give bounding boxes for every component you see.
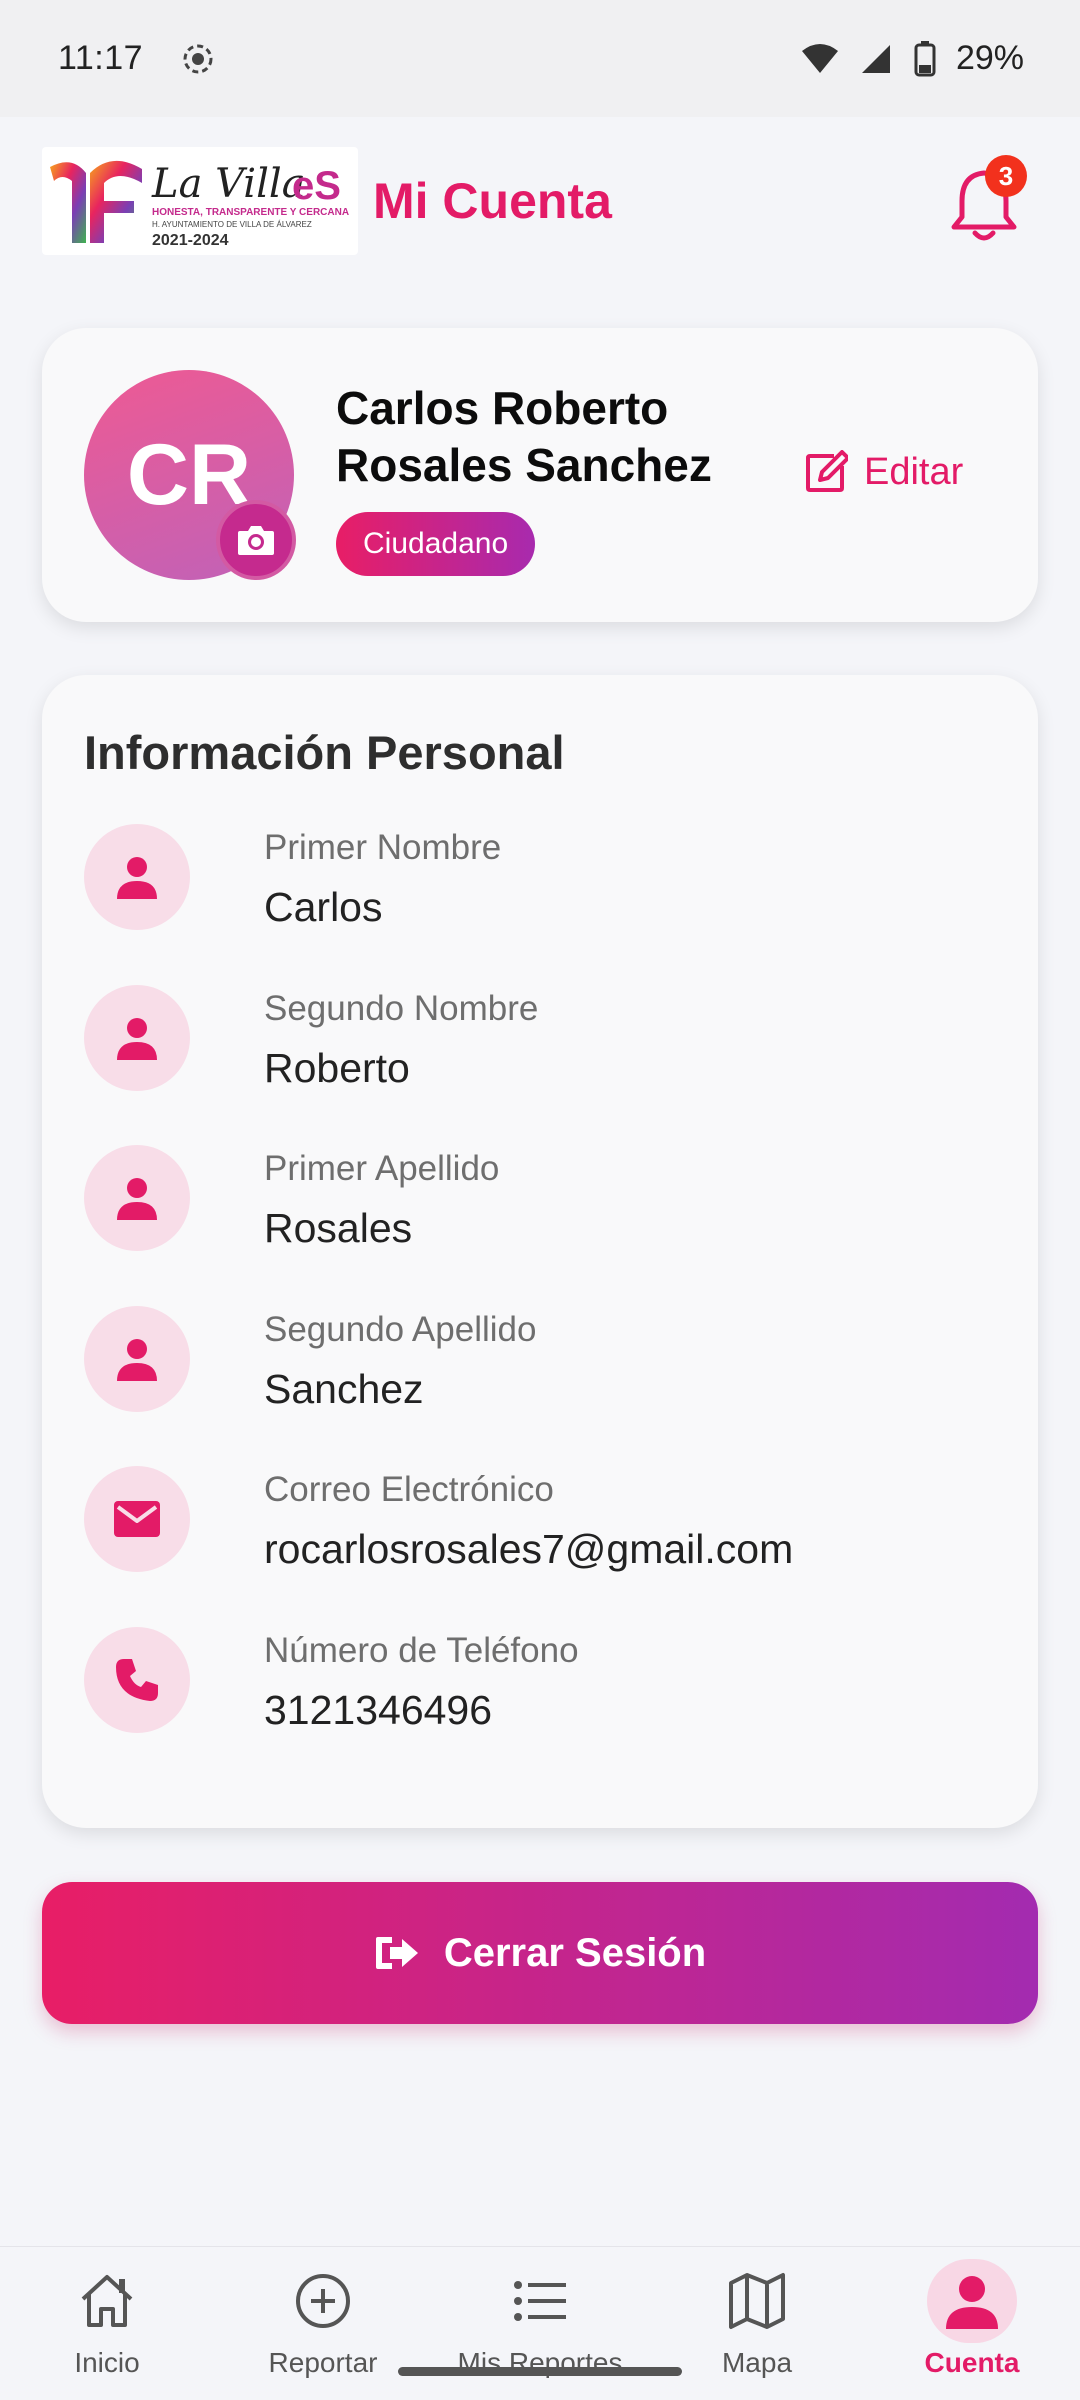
phone-icon (84, 1627, 190, 1733)
person-icon (84, 985, 190, 1091)
info-label: Número de Teléfono (264, 1631, 579, 1670)
signal-icon (860, 43, 894, 75)
info-label: Segundo Nombre (264, 989, 539, 1028)
info-value: Sanchez (264, 1366, 424, 1412)
battery-icon (914, 40, 936, 77)
status-time: 11:17 (58, 39, 144, 77)
home-icon (62, 2259, 152, 2343)
home-indicator (398, 2367, 682, 2376)
info-row-second-surname: Segundo Apellido Sanchez (84, 1306, 984, 1416)
camera-icon (238, 526, 274, 555)
logout-button[interactable]: Cerrar Sesión (42, 1882, 1038, 2024)
edit-icon (806, 450, 848, 492)
person-icon (84, 824, 190, 930)
nav-label: Reportar (268, 2347, 378, 2378)
list-icon (495, 2259, 585, 2343)
notification-badge: 3 (985, 155, 1027, 197)
change-photo-button[interactable] (216, 500, 296, 580)
svg-text:H. AYUNTAMIENTO DE VILLA DE ÁL: H. AYUNTAMIENTO DE VILLA DE ÁLVAREZ (152, 220, 312, 229)
svg-text:2021-2024: 2021-2024 (152, 232, 229, 249)
nav-item-mapa[interactable]: Mapa (667, 2259, 847, 2389)
nav-label: Cuenta (924, 2347, 1020, 2378)
section-title: Información Personal (84, 726, 565, 779)
logout-label: Cerrar Sesión (443, 1930, 707, 1975)
info-value: Roberto (264, 1045, 410, 1091)
user-icon (927, 2259, 1017, 2343)
svg-text:HONESTA, TRANSPARENTE Y CERCAN: HONESTA, TRANSPARENTE Y CERCANA (152, 207, 349, 218)
nav-label: Inicio (74, 2347, 140, 2378)
role-badge: Ciudadano (336, 512, 536, 576)
person-icon (84, 1306, 190, 1412)
info-value: Rosales (264, 1205, 413, 1251)
status-bar: 11:17 29% (0, 0, 1080, 117)
info-row-email: Correo Electrónico rocarlosrosales7@gmai… (84, 1466, 984, 1576)
personal-info-card: Información Personal Primer Nombre Carlo… (42, 675, 1038, 1828)
info-row-phone: Número de Teléfono 3121346496 (84, 1627, 984, 1737)
info-row-second-name: Segundo Nombre Roberto (84, 985, 984, 1095)
svg-text:eS: eS (292, 164, 341, 208)
logout-icon (375, 1937, 418, 1969)
info-label: Segundo Apellido (264, 1310, 537, 1349)
nav-item-reportar[interactable]: Reportar (233, 2259, 413, 2389)
mail-icon (84, 1466, 190, 1572)
user-full-name: Carlos Roberto Rosales Sanchez (336, 382, 712, 491)
info-value: rocarlosrosales7@gmail.com (264, 1526, 794, 1572)
add-circle-icon (278, 2259, 368, 2343)
nav-label: Mapa (721, 2347, 793, 2378)
person-icon (84, 1145, 190, 1251)
info-value: 3121346496 (264, 1687, 493, 1733)
wifi-icon (800, 43, 840, 75)
info-label: Correo Electrónico (264, 1470, 554, 1509)
record-icon (181, 42, 215, 76)
edit-label: Editar (864, 450, 964, 493)
profile-card: CR Carlos Roberto Rosales Sanchez Ciudad… (42, 328, 1038, 622)
municipality-logo: La Villa eS HONESTA, TRANSPARENTE Y CERC… (42, 147, 358, 255)
info-row-first-name: Primer Nombre Carlos (84, 824, 984, 934)
bottom-navigation: Inicio Reportar Mis Reportes Mapa Cuenta (0, 2246, 1080, 2400)
info-value: Carlos (264, 884, 383, 930)
edit-profile-button[interactable]: Editar (804, 450, 963, 494)
battery-percent: 29% (955, 39, 1024, 77)
page-title: Mi Cuenta (373, 173, 612, 229)
info-label: Primer Nombre (264, 828, 502, 867)
app-header: La Villa eS HONESTA, TRANSPARENTE Y CERC… (0, 117, 1080, 287)
info-label: Primer Apellido (264, 1149, 500, 1188)
svg-text:La Villa: La Villa (151, 161, 306, 207)
map-icon (712, 2259, 802, 2343)
info-row-first-surname: Primer Apellido Rosales (84, 1145, 984, 1255)
nav-item-inicio[interactable]: Inicio (17, 2259, 197, 2389)
nav-item-cuenta[interactable]: Cuenta (882, 2259, 1062, 2389)
